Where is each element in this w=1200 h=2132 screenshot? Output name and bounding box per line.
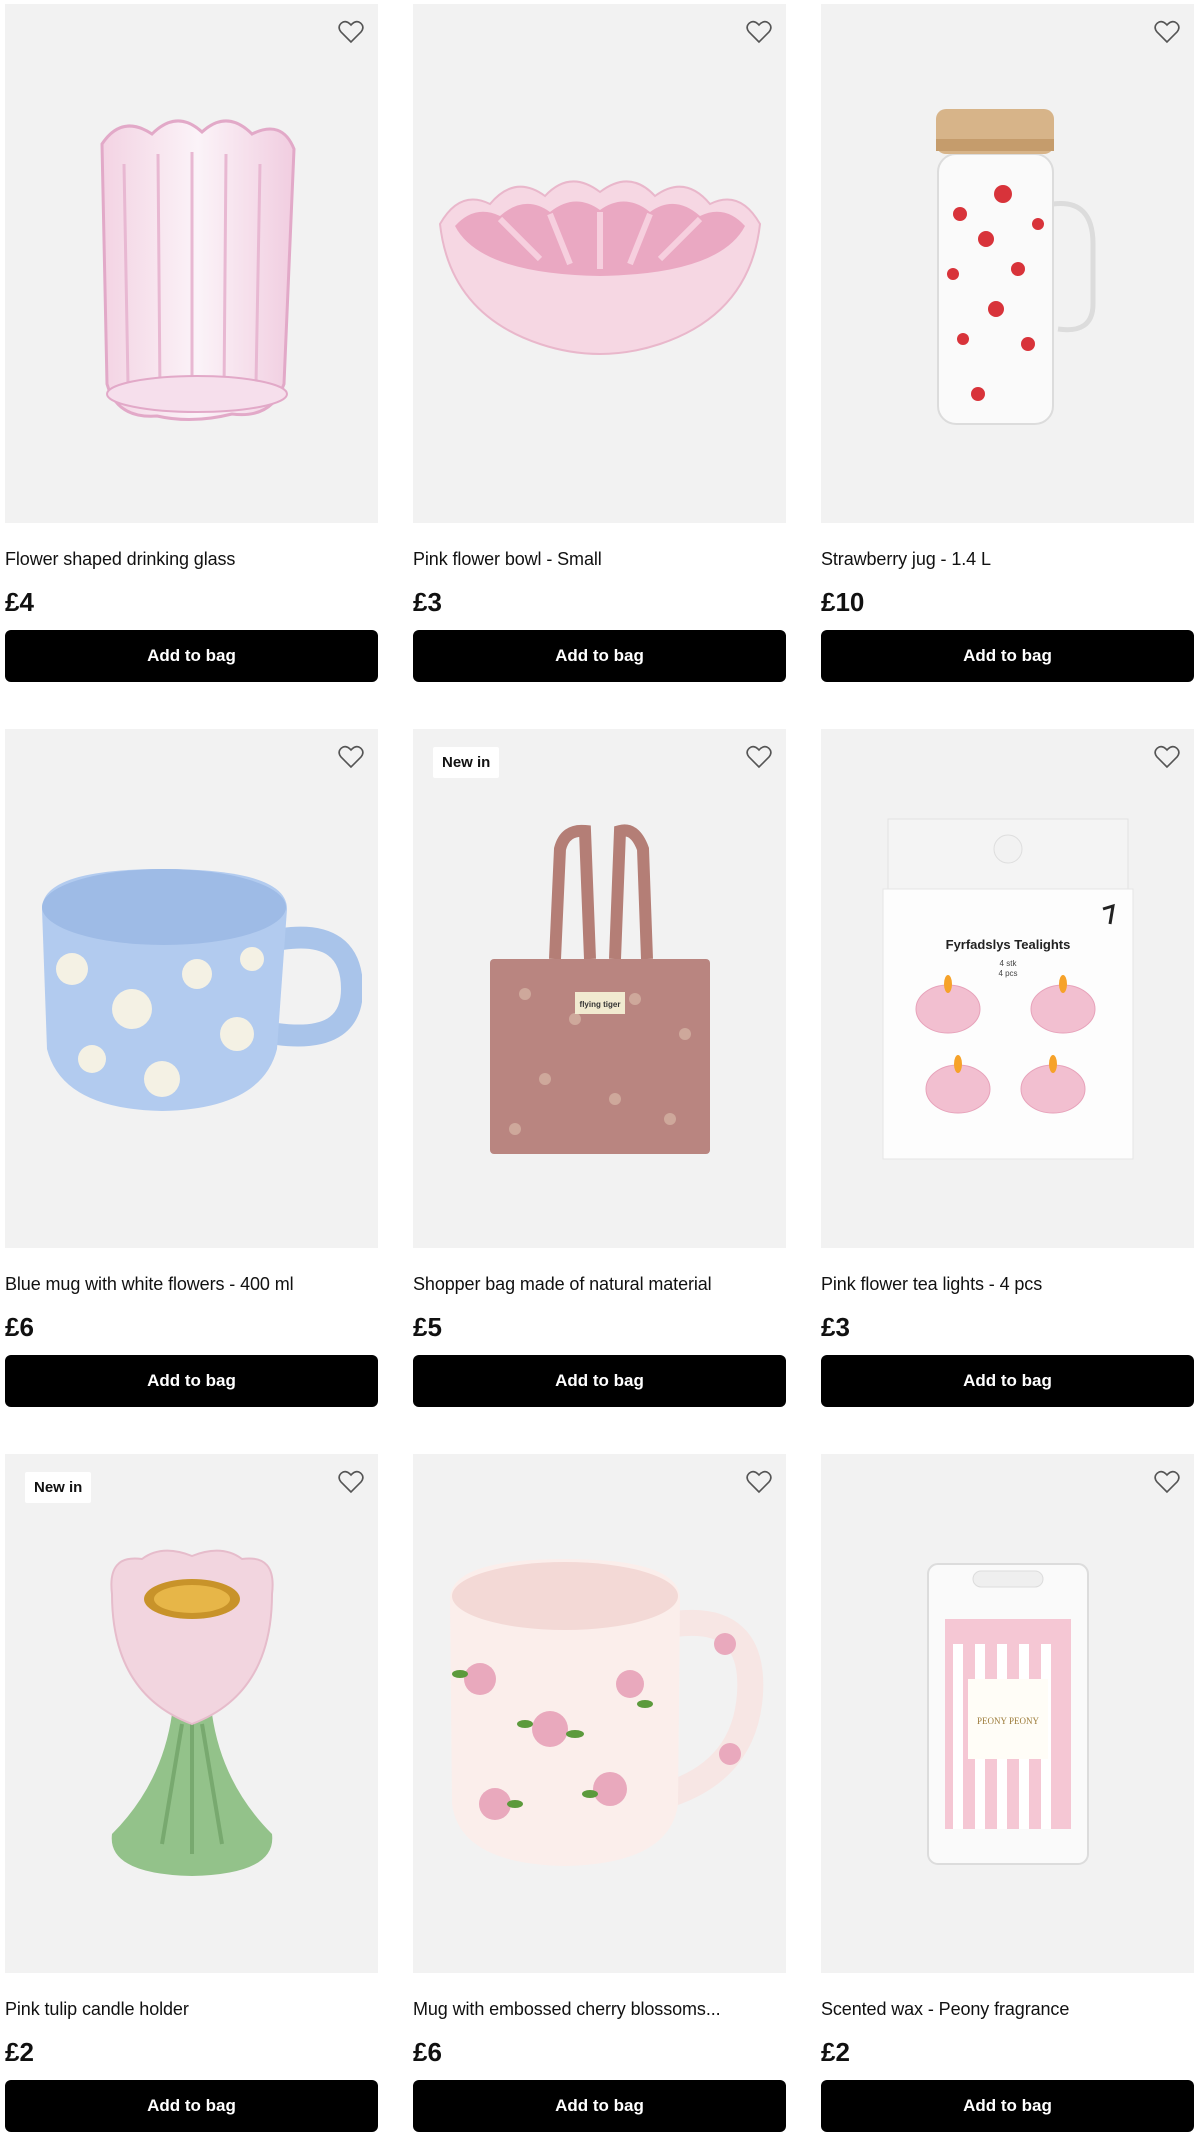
product-price: £3 <box>413 587 442 617</box>
add-to-bag-button[interactable]: Add to bag <box>413 2080 786 2132</box>
heart-icon[interactable] <box>338 20 364 44</box>
heart-icon[interactable] <box>746 20 772 44</box>
product-image-area[interactable] <box>5 4 378 523</box>
cherry-blossom-mug-image <box>449 1558 763 1866</box>
add-to-bag-button[interactable]: Add to bag <box>5 630 378 682</box>
product-price: £2 <box>5 2037 34 2067</box>
product-name[interactable]: Flower shaped drinking glass <box>5 549 378 571</box>
product-price: £6 <box>413 2037 442 2067</box>
heart-icon[interactable] <box>338 1470 364 1494</box>
bag-label: flying tiger <box>579 1000 620 1009</box>
product-price: £5 <box>413 1312 442 1342</box>
product-name[interactable]: Pink flower bowl - Small <box>413 549 786 571</box>
product-image-area[interactable]: PEONY PEONY <box>821 1454 1194 1973</box>
tealights-pack-image: Fyrfadslys Tealights 4 stk 4 pcs <box>882 818 1133 1159</box>
product-price: £2 <box>821 2037 850 2067</box>
product-card: Pink flower bowl - Small £3 Add to bag <box>413 4 786 682</box>
product-image-area[interactable]: New in flying tiger <box>413 729 786 1248</box>
pack-sub-2: 4 pcs <box>998 969 1017 978</box>
heart-icon[interactable] <box>1154 1470 1180 1494</box>
tulip-candle-holder-image <box>109 1549 274 1876</box>
heart-icon[interactable] <box>746 745 772 769</box>
product-card: Fyrfadslys Tealights 4 stk 4 pcs Pink fl… <box>821 729 1194 1407</box>
add-to-bag-button[interactable]: Add to bag <box>821 1355 1194 1407</box>
product-image-area[interactable] <box>821 4 1194 523</box>
product-card: New in Pink tulip candle holder £2 Add t… <box>5 1454 378 2132</box>
product-card: Strawberry jug - 1.4 L £10 Add to bag <box>821 4 1194 682</box>
flower-bowl-image <box>438 179 761 355</box>
strawberry-jug-image <box>935 108 1095 425</box>
product-image-area[interactable] <box>413 4 786 523</box>
product-price: £6 <box>5 1312 34 1342</box>
heart-icon[interactable] <box>1154 20 1180 44</box>
product-name[interactable]: Mug with embossed cherry blossoms... <box>413 1999 786 2021</box>
product-name[interactable]: Strawberry jug - 1.4 L <box>821 549 1194 571</box>
add-to-bag-button[interactable]: Add to bag <box>821 2080 1194 2132</box>
heart-icon[interactable] <box>1154 745 1180 769</box>
add-to-bag-button[interactable]: Add to bag <box>5 2080 378 2132</box>
new-in-badge: New in <box>25 1472 92 1503</box>
product-image-area[interactable] <box>5 729 378 1248</box>
shopper-bag-image: flying tiger <box>489 823 710 1154</box>
product-name[interactable]: Scented wax - Peony fragrance <box>821 1999 1194 2021</box>
product-grid: Flower shaped drinking glass £4 Add to b… <box>5 4 1195 2132</box>
product-image-area[interactable]: Fyrfadslys Tealights 4 stk 4 pcs <box>821 729 1194 1248</box>
add-to-bag-button[interactable]: Add to bag <box>5 1355 378 1407</box>
wax-label: PEONY PEONY <box>977 1716 1039 1726</box>
new-in-badge: New in <box>433 747 500 778</box>
pack-sub-1: 4 stk <box>999 959 1017 968</box>
product-name[interactable]: Blue mug with white flowers - 400 ml <box>5 1274 378 1296</box>
product-name[interactable]: Pink tulip candle holder <box>5 1999 378 2021</box>
product-name[interactable]: Shopper bag made of natural material <box>413 1274 786 1296</box>
product-image-area[interactable]: New in <box>5 1454 378 1973</box>
product-name[interactable]: Pink flower tea lights - 4 pcs <box>821 1274 1194 1296</box>
heart-icon[interactable] <box>746 1470 772 1494</box>
product-price: £4 <box>5 587 34 617</box>
scented-wax-image: PEONY PEONY <box>926 1562 1089 1865</box>
product-card: PEONY PEONY Scented wax - Peony fragranc… <box>821 1454 1194 2132</box>
product-price: £3 <box>821 1312 850 1342</box>
blue-mug-image <box>41 868 362 1111</box>
product-price: £10 <box>821 587 865 617</box>
product-card: Flower shaped drinking glass £4 Add to b… <box>5 4 378 682</box>
product-card: New in flying tiger Shopper bag made of … <box>413 729 786 1407</box>
add-to-bag-button[interactable]: Add to bag <box>413 1355 786 1407</box>
add-to-bag-button[interactable]: Add to bag <box>821 630 1194 682</box>
add-to-bag-button[interactable]: Add to bag <box>413 630 786 682</box>
heart-icon[interactable] <box>338 745 364 769</box>
product-card: Blue mug with white flowers - 400 ml £6 … <box>5 729 378 1407</box>
flower-glass-image <box>99 119 296 421</box>
pack-title: Fyrfadslys Tealights <box>945 937 1070 952</box>
product-image-area[interactable] <box>413 1454 786 1973</box>
product-card: Mug with embossed cherry blossoms... £6 … <box>413 1454 786 2132</box>
